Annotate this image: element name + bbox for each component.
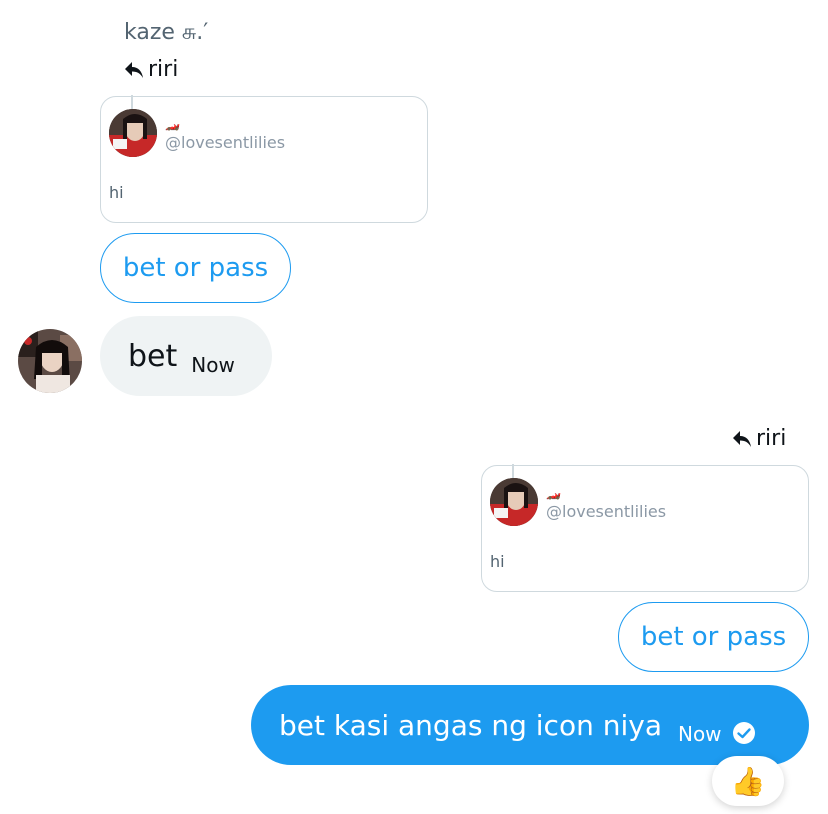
message-bubble[interactable]: bet or pass bbox=[618, 602, 809, 672]
sender-name: kaze சு.′ bbox=[124, 20, 209, 45]
avatar bbox=[109, 109, 157, 157]
quoted-text: hi bbox=[490, 552, 505, 571]
quoted-handle: @lovesentlilies bbox=[165, 133, 286, 152]
reply-arrow-icon bbox=[125, 62, 143, 78]
quoted-message-card[interactable]: 🏎️ @lovesentlilies hi bbox=[100, 95, 428, 223]
quoted-handle: @lovesentlilies bbox=[546, 502, 667, 521]
reply-to-label[interactable]: riri bbox=[124, 56, 178, 84]
thread-line bbox=[131, 95, 133, 109]
message-timestamp: Now bbox=[191, 353, 235, 377]
display-name-emoji: 🏎️ bbox=[165, 117, 180, 131]
message-text: bet kasi angas ng icon niya bbox=[279, 708, 662, 742]
reply-arrow-icon bbox=[733, 431, 751, 447]
message-bubble[interactable]: bet Now bbox=[100, 316, 272, 396]
reply-to-label[interactable]: riri bbox=[732, 425, 786, 453]
quoted-message-card[interactable]: 🏎️ @lovesentlilies hi bbox=[481, 464, 809, 592]
quoted-text: hi bbox=[109, 183, 124, 202]
message-text: bet bbox=[128, 338, 178, 374]
reply-to-name: riri bbox=[148, 57, 179, 82]
display-name-emoji: 🏎️ bbox=[546, 486, 561, 500]
message-timestamp: Now bbox=[677, 722, 722, 746]
reaction-badge[interactable]: 👍 bbox=[712, 756, 784, 806]
thumbs-up-icon: 👍 bbox=[730, 764, 766, 798]
message-bubble[interactable]: bet or pass bbox=[100, 233, 291, 303]
own-message-bubble[interactable]: bet kasi angas ng icon niya Now bbox=[251, 685, 809, 765]
message-text: bet or pass bbox=[122, 253, 269, 283]
avatar bbox=[490, 478, 538, 526]
seen-check-icon bbox=[732, 722, 755, 744]
thread-line bbox=[512, 464, 514, 478]
message-text: bet or pass bbox=[640, 622, 787, 652]
reply-to-name: riri bbox=[756, 426, 787, 451]
avatar[interactable] bbox=[18, 329, 82, 393]
